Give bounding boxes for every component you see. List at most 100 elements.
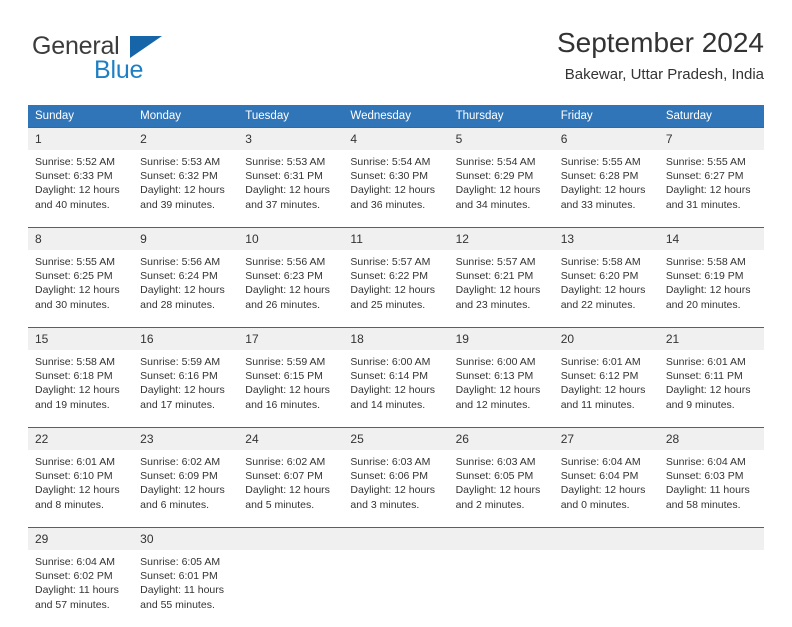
sunset-text: Sunset: 6:04 PM (561, 469, 653, 483)
calendar-week-row: 29Sunrise: 6:04 AMSunset: 6:02 PMDayligh… (28, 528, 764, 627)
calendar-day-cell[interactable]: 15Sunrise: 5:58 AMSunset: 6:18 PMDayligh… (28, 328, 133, 428)
sunset-text: Sunset: 6:30 PM (350, 169, 442, 183)
sunset-text: Sunset: 6:33 PM (35, 169, 127, 183)
day-details: Sunrise: 6:00 AMSunset: 6:13 PMDaylight:… (449, 350, 554, 427)
day-number: 13 (554, 228, 659, 250)
sunset-text: Sunset: 6:21 PM (456, 269, 548, 283)
daylight-text-line2: and 28 minutes. (140, 298, 232, 312)
sunset-text: Sunset: 6:31 PM (245, 169, 337, 183)
sunset-text: Sunset: 6:19 PM (666, 269, 758, 283)
calendar-day-cell[interactable]: 25Sunrise: 6:03 AMSunset: 6:06 PMDayligh… (343, 428, 448, 528)
daylight-text-line1: Daylight: 12 hours (666, 183, 758, 197)
daylight-text-line2: and 57 minutes. (35, 598, 127, 612)
calendar-day-cell[interactable]: 18Sunrise: 6:00 AMSunset: 6:14 PMDayligh… (343, 328, 448, 428)
calendar-day-cell[interactable]: 24Sunrise: 6:02 AMSunset: 6:07 PMDayligh… (238, 428, 343, 528)
calendar-day-cell[interactable]: 4Sunrise: 5:54 AMSunset: 6:30 PMDaylight… (343, 128, 448, 228)
daylight-text-line2: and 14 minutes. (350, 398, 442, 412)
calendar-day-cell[interactable]: 29Sunrise: 6:04 AMSunset: 6:02 PMDayligh… (28, 528, 133, 627)
daylight-text-line1: Daylight: 12 hours (666, 283, 758, 297)
calendar-day-cell[interactable]: 30Sunrise: 6:05 AMSunset: 6:01 PMDayligh… (133, 528, 238, 627)
calendar-day-cell[interactable]: 21Sunrise: 6:01 AMSunset: 6:11 PMDayligh… (659, 328, 764, 428)
daylight-text-line2: and 8 minutes. (35, 498, 127, 512)
sunset-text: Sunset: 6:06 PM (350, 469, 442, 483)
daylight-text-line2: and 20 minutes. (666, 298, 758, 312)
calendar-day-cell[interactable]: 11Sunrise: 5:57 AMSunset: 6:22 PMDayligh… (343, 228, 448, 328)
daylight-text-line1: Daylight: 12 hours (140, 283, 232, 297)
day-details: Sunrise: 5:54 AMSunset: 6:29 PMDaylight:… (449, 150, 554, 227)
daylight-text-line2: and 0 minutes. (561, 498, 653, 512)
calendar-day-cell-empty (554, 528, 659, 627)
sunset-text: Sunset: 6:18 PM (35, 369, 127, 383)
calendar-day-cell[interactable]: 7Sunrise: 5:55 AMSunset: 6:27 PMDaylight… (659, 128, 764, 228)
daylight-text-line1: Daylight: 12 hours (350, 483, 442, 497)
daylight-text-line1: Daylight: 12 hours (561, 183, 653, 197)
calendar-day-cell[interactable]: 23Sunrise: 6:02 AMSunset: 6:09 PMDayligh… (133, 428, 238, 528)
day-number: 4 (343, 128, 448, 150)
weekday-header-friday: Friday (554, 105, 659, 128)
weekday-header-saturday: Saturday (659, 105, 764, 128)
day-number: 1 (28, 128, 133, 150)
calendar-day-cell[interactable]: 3Sunrise: 5:53 AMSunset: 6:31 PMDaylight… (238, 128, 343, 228)
day-details: Sunrise: 6:03 AMSunset: 6:05 PMDaylight:… (449, 450, 554, 527)
calendar-day-cell[interactable]: 12Sunrise: 5:57 AMSunset: 6:21 PMDayligh… (449, 228, 554, 328)
sunrise-sunset-calendar: SundayMondayTuesdayWednesdayThursdayFrid… (28, 105, 764, 627)
calendar-day-cell[interactable]: 16Sunrise: 5:59 AMSunset: 6:16 PMDayligh… (133, 328, 238, 428)
calendar-day-cell-empty (659, 528, 764, 627)
calendar-day-cell[interactable]: 1Sunrise: 5:52 AMSunset: 6:33 PMDaylight… (28, 128, 133, 228)
calendar-day-cell[interactable]: 10Sunrise: 5:56 AMSunset: 6:23 PMDayligh… (238, 228, 343, 328)
day-details (554, 550, 659, 627)
day-number: 15 (28, 328, 133, 350)
sunset-text: Sunset: 6:09 PM (140, 469, 232, 483)
calendar-day-cell[interactable]: 19Sunrise: 6:00 AMSunset: 6:13 PMDayligh… (449, 328, 554, 428)
calendar-day-cell[interactable]: 5Sunrise: 5:54 AMSunset: 6:29 PMDaylight… (449, 128, 554, 228)
calendar-day-cell[interactable]: 6Sunrise: 5:55 AMSunset: 6:28 PMDaylight… (554, 128, 659, 228)
daylight-text-line2: and 33 minutes. (561, 198, 653, 212)
sunrise-text: Sunrise: 5:53 AM (245, 155, 337, 169)
day-number: 10 (238, 228, 343, 250)
day-details: Sunrise: 6:02 AMSunset: 6:09 PMDaylight:… (133, 450, 238, 527)
day-details: Sunrise: 6:04 AMSunset: 6:04 PMDaylight:… (554, 450, 659, 527)
calendar-day-cell[interactable]: 13Sunrise: 5:58 AMSunset: 6:20 PMDayligh… (554, 228, 659, 328)
calendar-day-cell[interactable]: 20Sunrise: 6:01 AMSunset: 6:12 PMDayligh… (554, 328, 659, 428)
calendar-day-cell[interactable]: 28Sunrise: 6:04 AMSunset: 6:03 PMDayligh… (659, 428, 764, 528)
sunrise-text: Sunrise: 5:58 AM (666, 255, 758, 269)
daylight-text-line1: Daylight: 12 hours (245, 183, 337, 197)
calendar-day-cell-empty (449, 528, 554, 627)
day-details: Sunrise: 5:58 AMSunset: 6:20 PMDaylight:… (554, 250, 659, 327)
general-blue-logo[interactable]: General Blue (32, 32, 212, 90)
calendar-day-cell[interactable]: 9Sunrise: 5:56 AMSunset: 6:24 PMDaylight… (133, 228, 238, 328)
day-details: Sunrise: 5:57 AMSunset: 6:21 PMDaylight:… (449, 250, 554, 327)
calendar-page: General Blue September 2024 Bakewar, Utt… (0, 0, 792, 612)
day-number: 6 (554, 128, 659, 150)
page-subtitle: Bakewar, Uttar Pradesh, India (557, 64, 764, 86)
daylight-text-line1: Daylight: 12 hours (456, 183, 548, 197)
day-details: Sunrise: 6:01 AMSunset: 6:12 PMDaylight:… (554, 350, 659, 427)
day-number: 8 (28, 228, 133, 250)
daylight-text-line2: and 34 minutes. (456, 198, 548, 212)
daylight-text-line2: and 16 minutes. (245, 398, 337, 412)
calendar-day-cell[interactable]: 26Sunrise: 6:03 AMSunset: 6:05 PMDayligh… (449, 428, 554, 528)
calendar-day-cell[interactable]: 8Sunrise: 5:55 AMSunset: 6:25 PMDaylight… (28, 228, 133, 328)
calendar-day-cell[interactable]: 2Sunrise: 5:53 AMSunset: 6:32 PMDaylight… (133, 128, 238, 228)
sunset-text: Sunset: 6:15 PM (245, 369, 337, 383)
day-details (343, 550, 448, 627)
day-details: Sunrise: 6:01 AMSunset: 6:10 PMDaylight:… (28, 450, 133, 527)
sunset-text: Sunset: 6:28 PM (561, 169, 653, 183)
sunset-text: Sunset: 6:05 PM (456, 469, 548, 483)
weekday-header-thursday: Thursday (449, 105, 554, 128)
day-details: Sunrise: 5:58 AMSunset: 6:19 PMDaylight:… (659, 250, 764, 327)
weekday-header-sunday: Sunday (28, 105, 133, 128)
day-details: Sunrise: 5:56 AMSunset: 6:23 PMDaylight:… (238, 250, 343, 327)
sunrise-text: Sunrise: 5:59 AM (140, 355, 232, 369)
weekday-header-wednesday: Wednesday (343, 105, 448, 128)
calendar-day-cell[interactable]: 17Sunrise: 5:59 AMSunset: 6:15 PMDayligh… (238, 328, 343, 428)
calendar-day-cell-empty (343, 528, 448, 627)
calendar-day-cell[interactable]: 14Sunrise: 5:58 AMSunset: 6:19 PMDayligh… (659, 228, 764, 328)
sunrise-text: Sunrise: 6:03 AM (456, 455, 548, 469)
sunset-text: Sunset: 6:27 PM (666, 169, 758, 183)
daylight-text-line2: and 11 minutes. (561, 398, 653, 412)
calendar-day-cell[interactable]: 27Sunrise: 6:04 AMSunset: 6:04 PMDayligh… (554, 428, 659, 528)
calendar-day-cell[interactable]: 22Sunrise: 6:01 AMSunset: 6:10 PMDayligh… (28, 428, 133, 528)
day-details: Sunrise: 5:58 AMSunset: 6:18 PMDaylight:… (28, 350, 133, 427)
sunrise-text: Sunrise: 6:02 AM (140, 455, 232, 469)
